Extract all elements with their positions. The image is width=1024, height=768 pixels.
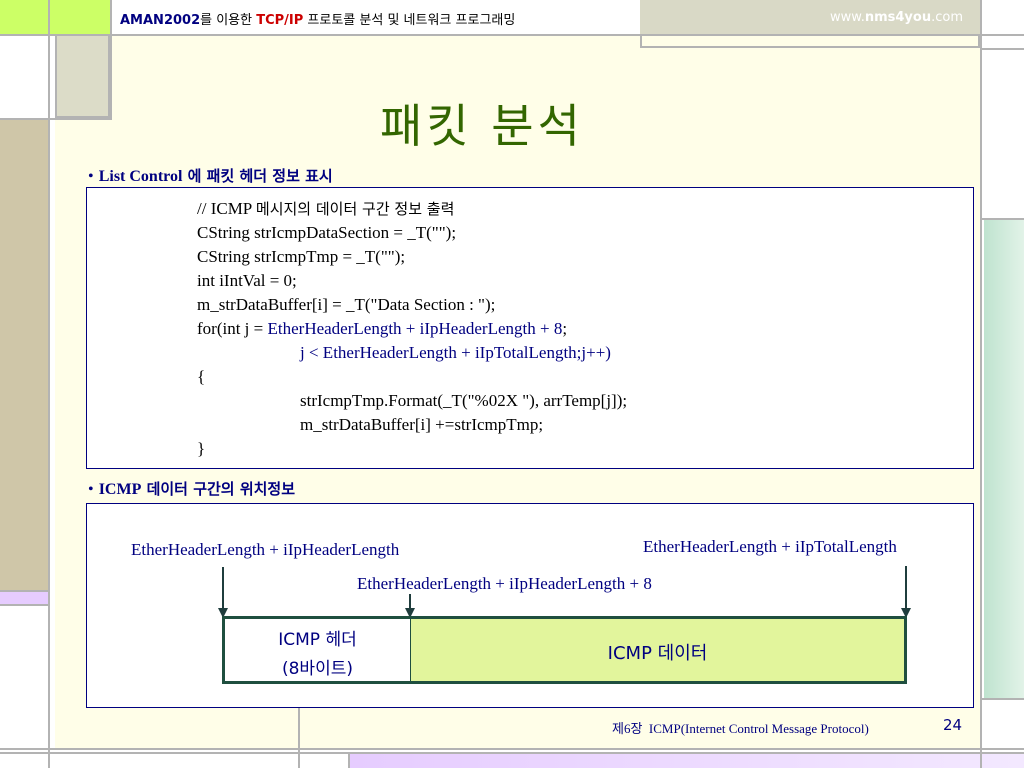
icmp-header-label: ICMP 헤더 (278, 630, 357, 650)
bullet-mark: • (88, 168, 94, 185)
code-cond: j < EtherHeaderLength + iIpTotalLength (300, 343, 577, 362)
site-bold: nms4you (864, 10, 932, 25)
code-line: int iIntVal = 0; (197, 271, 297, 290)
bullet2-ko: 데이터 구간의 위치정보 (141, 480, 296, 498)
code-line: m_strDataBuffer[i] +=strIcmpTmp; (300, 415, 544, 434)
code-line-for: for(int j = EtherHeaderLength + iIpHeade… (197, 319, 567, 339)
header-gray-tab (640, 34, 980, 48)
grid-line (0, 590, 48, 592)
header-title-mid: 를 이용한 (200, 13, 257, 28)
header-title-rest: 프로토콜 분석 및 네트워크 프로그래밍 (303, 13, 516, 28)
grid-line (982, 48, 1024, 50)
code-line: CString strIcmpDataSection = _T(""); (197, 223, 457, 242)
bullet2-en: ICMP (98, 481, 142, 498)
bullet-mark: • (88, 481, 94, 498)
footer-chapter: 제6장 ICMP(Internet Control Message Protoc… (612, 721, 869, 736)
top-left-lime-block (0, 0, 110, 34)
icmp-header-segment: ICMP 헤더 (8바이트) (222, 616, 412, 684)
bullet1-en: List Control (98, 168, 183, 185)
bullet1-ko: 에 패킷 헤더 정보 표시 (182, 167, 333, 185)
code-line-comment: // ICMP 메시지의 데이터 구간 정보 출력 (197, 199, 455, 218)
code-for-semi: ; (562, 319, 568, 338)
grid-line (110, 0, 112, 120)
bullet-list-control: • List Control 에 패킷 헤더 정보 표시 (88, 165, 333, 186)
label-ether-ip-header: EtherHeaderLength + iIpHeaderLength (131, 540, 400, 559)
code-line: } (197, 439, 206, 458)
header-title: AMAN2002를 이용한 TCP/IP 프로토콜 분석 및 네트워크 프로그래… (120, 9, 515, 28)
grid-line (348, 752, 350, 768)
bullet-icmp-position: • ICMP 데이터 구간의 위치정보 (88, 478, 295, 499)
header-site: www.nms4you.com (830, 10, 963, 25)
label-ether-ip-header-plus8: EtherHeaderLength + iIpHeaderLength + 8 (357, 574, 652, 593)
left-tan-block (0, 118, 48, 590)
grid-line (0, 34, 1024, 36)
left-lavender-strip (0, 590, 48, 604)
arrow-right (905, 566, 907, 613)
grid-line (0, 748, 1024, 750)
slide-title: 패킷 분석 (380, 99, 584, 153)
code-for-start: for(int j = (197, 319, 268, 338)
grid-line (0, 604, 48, 606)
icmp-data-label: ICMP 데이터 (607, 643, 708, 664)
page-number: 24 (943, 716, 963, 734)
code-line: { (197, 367, 206, 386)
code-line: strIcmpTmp.Format(_T("%02X "), arrTemp[j… (300, 391, 628, 410)
grid-line (0, 118, 110, 120)
grid-line (298, 708, 300, 768)
header-tcpip: TCP/IP (256, 13, 304, 28)
code-line-cond: j < EtherHeaderLength + iIpTotalLength;j… (300, 343, 611, 363)
left-gray-block (55, 34, 110, 118)
code-for-init: EtherHeaderLength + iIpHeaderLength + 8 (267, 319, 563, 338)
label-ether-ip-total: EtherHeaderLength + iIpTotalLength (643, 537, 897, 556)
grid-line (0, 752, 1024, 754)
code-cond-end: ;j++) (576, 343, 611, 362)
grid-line (982, 218, 1024, 220)
icmp-data-segment: ICMP 데이터 (410, 616, 907, 684)
site-post: .com (931, 10, 963, 25)
arrow-left (222, 567, 224, 613)
grid-line (982, 698, 1024, 700)
bottom-lavender-strip (350, 754, 1024, 768)
header-brand: AMAN2002 (120, 13, 201, 28)
code-line: m_strDataBuffer[i] = _T("Data Section : … (197, 295, 496, 314)
icmp-header-size: (8바이트) (281, 659, 353, 679)
site-pre: www. (830, 10, 865, 25)
right-mint-block (984, 220, 1024, 698)
grid-line (48, 0, 50, 768)
grid-line (980, 0, 982, 768)
code-line: CString strIcmpTmp = _T(""); (197, 247, 406, 266)
